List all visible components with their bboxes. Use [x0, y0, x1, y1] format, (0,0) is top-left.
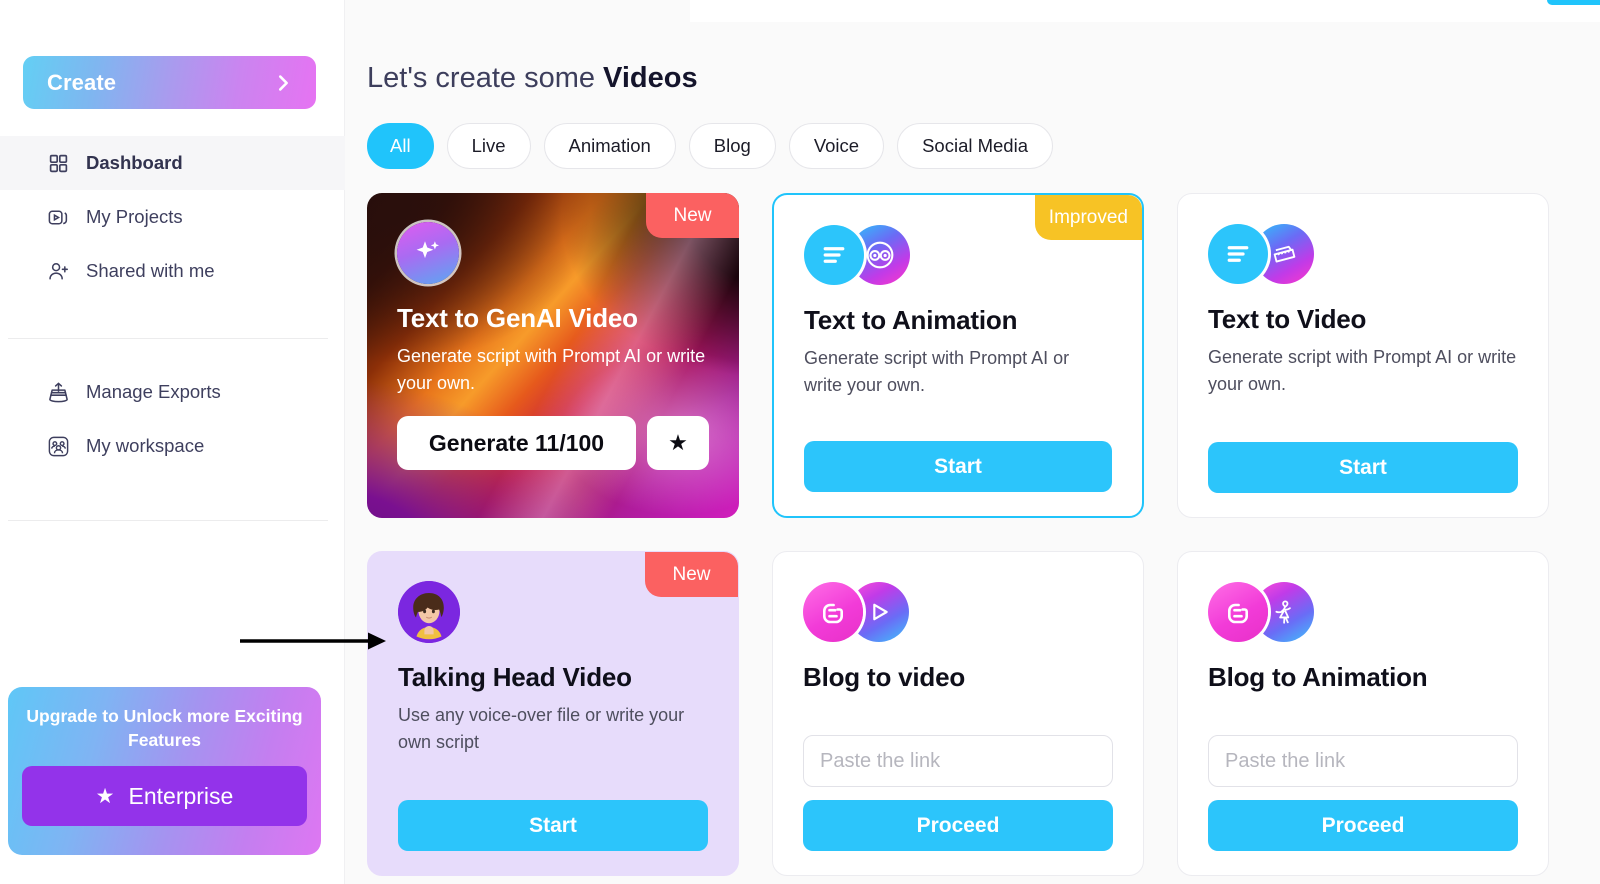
- badge-new: New: [645, 552, 738, 597]
- annotation-arrow: [240, 632, 386, 650]
- blogger-icon: [1208, 582, 1268, 642]
- card-icon: [1208, 222, 1518, 286]
- sidebar-divider-bottom: [8, 520, 328, 521]
- card-talking-head-video[interactable]: New Talking Head Video Use any voice-ove…: [367, 551, 739, 876]
- filter-chip-label: Blog: [713, 135, 751, 156]
- create-button[interactable]: Create: [23, 56, 316, 109]
- card-title: Text to Video: [1208, 304, 1367, 334]
- card-actions: Generate 11/100 ★: [397, 416, 709, 471]
- generate-button[interactable]: Generate 11/100: [397, 416, 636, 471]
- card-icon: [803, 580, 1113, 644]
- card-text-to-animation[interactable]: Improved Text to Animation Generate scri…: [772, 193, 1144, 518]
- filter-chip-label: All: [390, 135, 411, 156]
- filter-chip-voice[interactable]: Voice: [788, 123, 885, 169]
- card-title: Text to GenAI Video: [397, 303, 638, 333]
- filter-chip-all[interactable]: All: [367, 123, 434, 169]
- page-title-strong: Videos: [603, 62, 698, 94]
- proceed-button[interactable]: Proceed: [1208, 800, 1518, 851]
- sidebar-item-my-projects[interactable]: My Projects: [0, 190, 345, 244]
- export-icon: [46, 380, 70, 404]
- card-title: Text to Animation: [804, 305, 1018, 335]
- filter-chip-label: Voice: [813, 135, 860, 156]
- upgrade-banner: Upgrade to Unlock more Exciting Features…: [8, 687, 321, 855]
- sidebar-item-my-workspace[interactable]: My workspace: [0, 419, 345, 473]
- card-actions: Start: [804, 441, 1112, 492]
- sidebar-item-label: Shared with me: [86, 260, 215, 281]
- card-title: Blog to Animation: [1208, 662, 1428, 692]
- topbar-cutoff-button[interactable]: [1547, 0, 1600, 5]
- enterprise-button-label: Enterprise: [128, 782, 234, 809]
- topbar-cutoff-area: [690, 0, 1600, 22]
- template-card-grid: New Text to GenAI Video Generate script …: [367, 193, 1600, 876]
- proceed-button[interactable]: Proceed: [803, 800, 1113, 851]
- filter-chip-label: Live: [471, 135, 506, 156]
- filter-chip-group: All Live Animation Blog Voice Social Med…: [367, 123, 1600, 169]
- chevron-right-icon: [272, 72, 294, 94]
- card-actions: Proceed: [1208, 735, 1518, 851]
- blog-link-input[interactable]: [803, 735, 1113, 787]
- sidebar-item-label: Manage Exports: [86, 381, 221, 402]
- main-content: Let's create some Videos All Live Animat…: [345, 0, 1600, 884]
- sidebar-item-manage-exports[interactable]: Manage Exports: [0, 365, 345, 419]
- create-button-label: Create: [47, 69, 117, 95]
- card-description: Generate script with Prompt AI or write …: [1208, 347, 1517, 394]
- upgrade-title: Upgrade to Unlock more Exciting Features: [26, 706, 303, 750]
- sparkle-icon: [397, 222, 459, 284]
- card-icon: [1208, 580, 1518, 644]
- nav-secondary: Manage Exports My workspace: [0, 365, 345, 473]
- card-actions: Start: [398, 800, 708, 851]
- sidebar-item-label: My workspace: [86, 435, 205, 456]
- card-actions: Start: [1208, 442, 1518, 493]
- star-icon: ★: [95, 784, 115, 808]
- avatar: [398, 581, 460, 643]
- grid-icon: [46, 151, 70, 175]
- star-icon-button[interactable]: ★: [647, 416, 709, 471]
- filter-chip-social-media[interactable]: Social Media: [897, 123, 1053, 169]
- text-lines-icon: [804, 225, 864, 285]
- card-description: Use any voice-over file or write your ow…: [398, 705, 685, 752]
- blogger-icon: [803, 582, 863, 642]
- sidebar: Create Dashboard My Projects Shared with…: [0, 0, 345, 884]
- card-text-to-genai-video[interactable]: New Text to GenAI Video Generate script …: [367, 193, 739, 518]
- card-blog-to-video[interactable]: Blog to video Proceed: [772, 551, 1144, 876]
- sidebar-item-shared-with-me[interactable]: Shared with me: [0, 244, 345, 298]
- app-root: Create Dashboard My Projects Shared with…: [0, 0, 1600, 884]
- nav-primary: Dashboard My Projects Shared with me: [0, 136, 345, 298]
- badge-improved: Improved: [1034, 195, 1142, 240]
- badge-new: New: [646, 193, 739, 238]
- user-plus-icon: [46, 259, 70, 283]
- start-button[interactable]: Start: [804, 441, 1112, 492]
- filter-chip-live[interactable]: Live: [446, 123, 531, 169]
- video-stack-icon: [46, 205, 70, 229]
- card-text-to-video[interactable]: Text to Video Generate script with Promp…: [1177, 193, 1549, 518]
- sidebar-item-dashboard[interactable]: Dashboard: [0, 136, 345, 190]
- filter-chip-blog[interactable]: Blog: [688, 123, 776, 169]
- card-description: Generate script with Prompt AI or write …: [804, 348, 1070, 395]
- start-button[interactable]: Start: [398, 800, 708, 851]
- card-blog-to-animation[interactable]: Blog to Animation Proceed: [1177, 551, 1549, 876]
- text-lines-icon: [1208, 224, 1268, 284]
- sidebar-item-label: My Projects: [86, 206, 183, 227]
- page-title-prefix: Let's create some: [367, 62, 604, 94]
- card-title: Blog to video: [803, 662, 966, 692]
- filter-chip-animation[interactable]: Animation: [543, 123, 676, 169]
- blog-link-input[interactable]: [1208, 735, 1518, 787]
- sidebar-item-label: Dashboard: [86, 152, 183, 173]
- page-title: Let's create some Videos: [367, 62, 1600, 95]
- start-button[interactable]: Start: [1208, 442, 1518, 493]
- enterprise-button[interactable]: ★ Enterprise: [22, 766, 307, 827]
- sidebar-divider-top: [8, 338, 328, 339]
- filter-chip-label: Animation: [568, 135, 651, 156]
- card-actions: Proceed: [803, 735, 1113, 851]
- card-description: Generate script with Prompt AI or write …: [397, 346, 706, 393]
- card-title: Talking Head Video: [398, 662, 632, 692]
- filter-chip-label: Social Media: [922, 135, 1028, 156]
- workspace-people-icon: [46, 434, 70, 458]
